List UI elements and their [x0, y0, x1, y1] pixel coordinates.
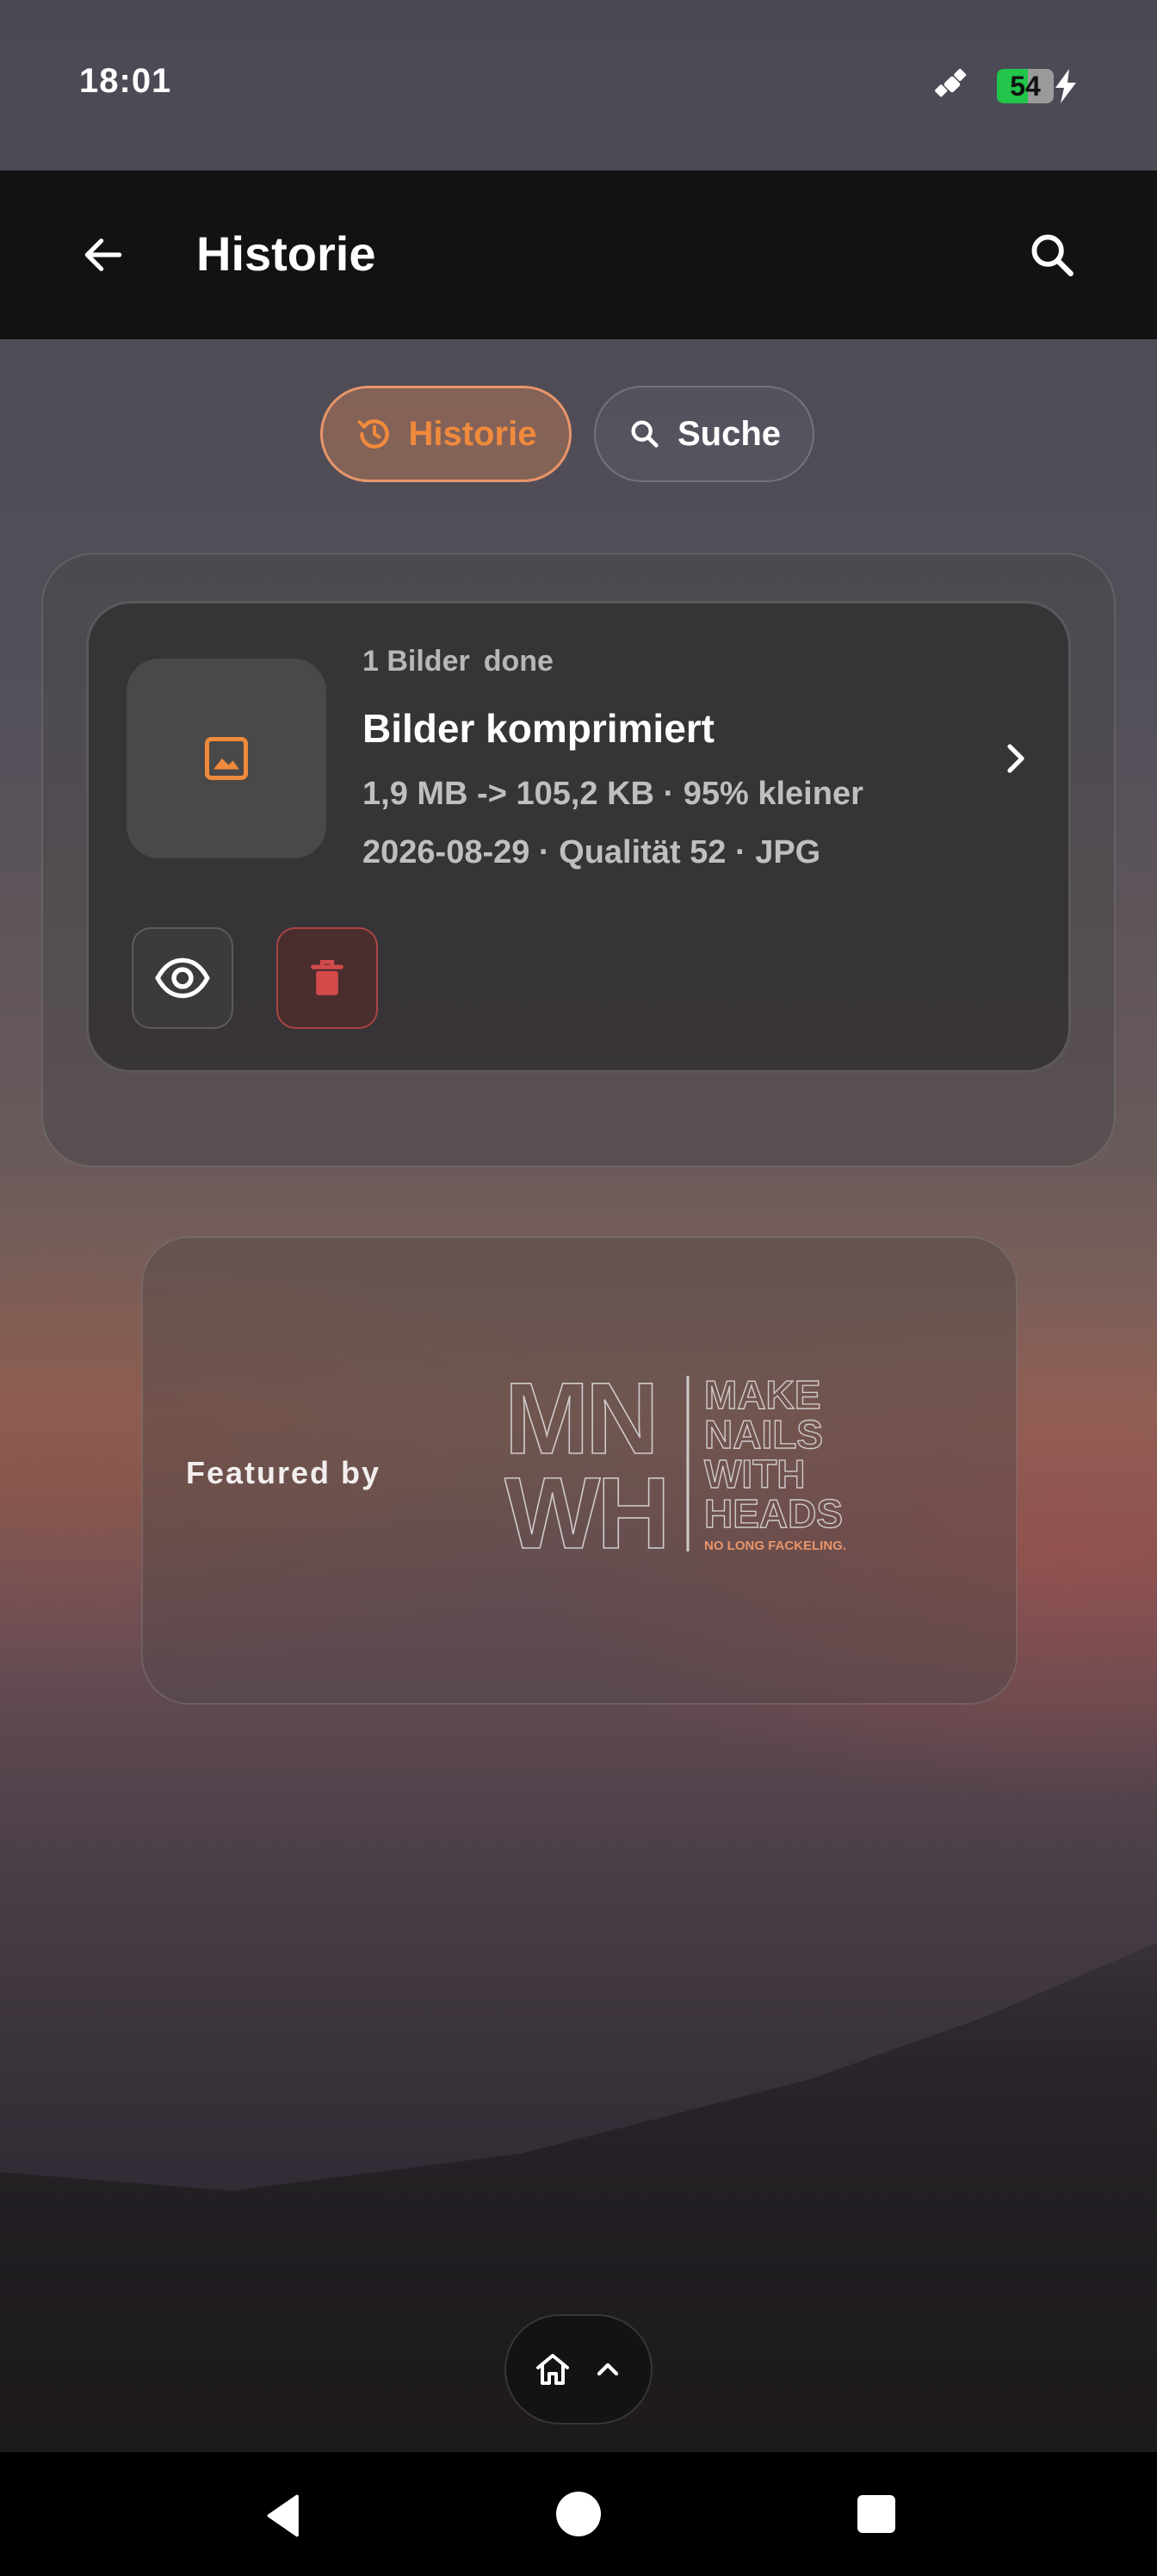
trash-icon	[311, 960, 343, 995]
featured-label: Featured by	[186, 1455, 381, 1490]
search-icon	[631, 420, 659, 448]
page-title: Historie	[196, 226, 376, 281]
status-time: 18:01	[79, 62, 172, 100]
app-bar: Historie	[0, 170, 1157, 339]
tab-historie[interactable]: Historie	[320, 386, 572, 482]
item-count: 1 Bilder	[362, 645, 470, 678]
svg-text:MAKE: MAKE	[704, 1372, 820, 1417]
back-arrow-icon	[84, 238, 122, 271]
battery-icon: 54	[997, 69, 1054, 103]
search-button[interactable]	[1018, 220, 1086, 289]
nav-home-icon[interactable]	[556, 2492, 601, 2536]
svg-text:NO LONG FACKELING.: NO LONG FACKELING.	[704, 1539, 846, 1553]
home-icon	[536, 2354, 569, 2385]
charging-icon	[1055, 69, 1076, 103]
history-icon	[357, 419, 389, 449]
svg-text:HEADS: HEADS	[704, 1491, 843, 1536]
status-bar: 18:01 54	[0, 0, 1157, 170]
battery-level: 54	[1010, 71, 1041, 102]
eye-icon	[155, 957, 210, 999]
delete-button[interactable]	[276, 927, 378, 1029]
view-button[interactable]	[132, 927, 233, 1029]
chevron-up-icon	[597, 2362, 619, 2376]
satellite-icon	[935, 68, 967, 97]
svg-text:WH: WH	[504, 1457, 667, 1570]
featured-card: Featured by MN WH MAKE NAILS WITH HEADS …	[141, 1236, 1018, 1705]
item-size-info: 1,9 MB -> 105,2 KB · 95% kleiner	[362, 776, 863, 812]
item-status: done	[483, 645, 554, 678]
back-button[interactable]	[69, 220, 138, 289]
tab-suche-label: Suche	[677, 414, 782, 453]
item-thumbnail	[127, 659, 326, 858]
svg-text:NAILS: NAILS	[704, 1412, 823, 1457]
item-details: 2026-08-29 · Qualität 52 · JPG	[362, 834, 821, 870]
system-navigation-bar	[0, 2452, 1157, 2576]
history-item-card[interactable]: 1 Bilder done Bilder komprimiert 1,9 MB -…	[86, 601, 1071, 1073]
nav-back-icon[interactable]	[258, 2490, 310, 2542]
tab-suche[interactable]: Suche	[594, 386, 814, 482]
search-icon	[1031, 234, 1073, 276]
item-meta: 1 Bilder done	[362, 645, 554, 678]
tab-historie-label: Historie	[408, 414, 537, 453]
item-title: Bilder komprimiert	[362, 706, 715, 751]
home-menu-pill[interactable]	[504, 2314, 653, 2424]
image-icon	[205, 737, 248, 780]
chevron-right-icon[interactable]	[994, 738, 1036, 779]
nav-recents-icon[interactable]	[857, 2495, 895, 2533]
sponsor-logo: MN WH MAKE NAILS WITH HEADS NO LONG FACK…	[504, 1367, 846, 1571]
svg-text:WITH: WITH	[704, 1452, 806, 1496]
